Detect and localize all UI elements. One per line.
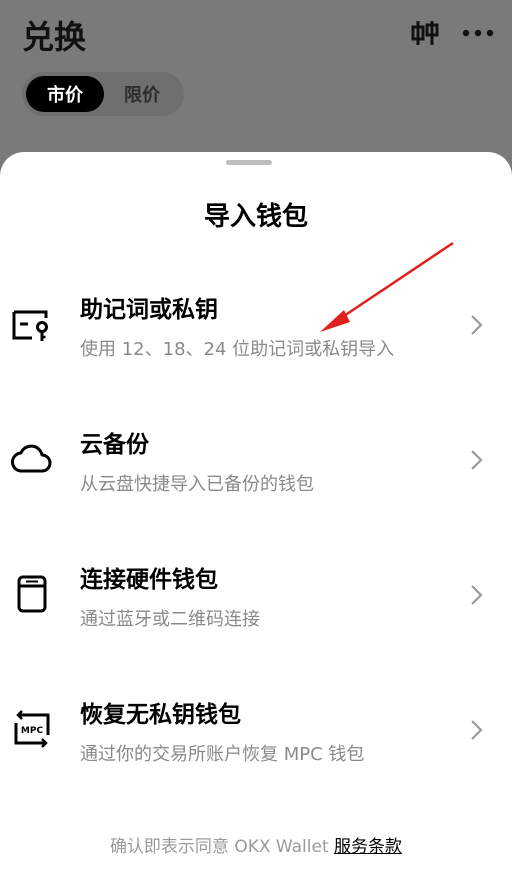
- option-title: 云备份: [80, 432, 149, 458]
- more-icon[interactable]: [462, 28, 494, 38]
- candlestick-chart-icon[interactable]: [410, 18, 440, 48]
- option-title: 恢复无私钥钱包: [80, 702, 241, 728]
- order-type-toggle: 市价 限价: [22, 72, 184, 116]
- page-title: 兑换: [22, 18, 87, 56]
- option-subtitle: 通过你的交易所账户恢复 MPC 钱包: [80, 744, 365, 765]
- option-subtitle: 从云盘快捷导入已备份的钱包: [80, 474, 314, 495]
- option-hardware-wallet[interactable]: 连接硬件钱包 通过蓝牙或二维码连接: [0, 532, 512, 652]
- terms-of-service-link[interactable]: 服务条款: [334, 837, 402, 857]
- hardware-wallet-icon: [8, 570, 56, 618]
- chevron-right-icon: [471, 585, 483, 605]
- chevron-right-icon: [471, 720, 483, 740]
- option-subtitle: 通过蓝牙或二维码连接: [80, 609, 260, 630]
- option-cloud-backup[interactable]: 云备份 从云盘快捷导入已备份的钱包: [0, 397, 512, 517]
- chevron-right-icon: [471, 450, 483, 470]
- option-mpc-recovery[interactable]: MPC 恢复无私钥钱包 通过你的交易所账户恢复 MPC 钱包: [0, 667, 512, 787]
- tab-limit[interactable]: 限价: [104, 76, 180, 112]
- svg-text:MPC: MPC: [21, 726, 44, 736]
- option-title: 连接硬件钱包: [80, 567, 218, 593]
- sheet-drag-handle[interactable]: [226, 160, 272, 165]
- tab-market[interactable]: 市价: [26, 76, 104, 112]
- option-subtitle: 使用 12、18、24 位助记词或私钥导入: [80, 339, 395, 360]
- key-wallet-icon: [8, 300, 56, 348]
- terms-text: 确认即表示同意 OKX Wallet: [109, 837, 335, 857]
- annotation-arrow-icon: [320, 241, 454, 332]
- cloud-icon: [8, 435, 56, 483]
- option-title: 助记词或私钥: [80, 297, 218, 323]
- header-actions: [410, 18, 494, 48]
- terms-footer: 确认即表示同意 OKX Wallet 服务条款: [0, 832, 512, 857]
- background-app: 兑换 市价 限价: [0, 0, 512, 160]
- chevron-right-icon: [471, 315, 483, 335]
- mpc-icon: MPC: [8, 705, 56, 753]
- sheet-title: 导入钱包: [203, 202, 308, 232]
